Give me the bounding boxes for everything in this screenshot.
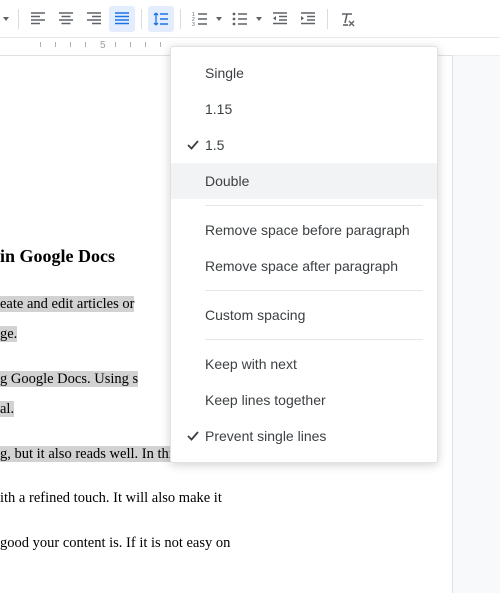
menu-item-custom-spacing[interactable]: Custom spacing [171, 297, 437, 333]
bulleted-list-icon [232, 11, 248, 27]
align-right-button[interactable] [81, 6, 107, 32]
menu-item-double[interactable]: Double [171, 163, 437, 199]
menu-item-1-15[interactable]: 1.15 [171, 91, 437, 127]
menu-item-keep-lines-together[interactable]: Keep lines together [171, 382, 437, 418]
increase-indent-icon [300, 11, 316, 27]
menu-item-remove-space-after[interactable]: Remove space after paragraph [171, 248, 437, 284]
align-left-button[interactable] [25, 6, 51, 32]
line-spacing-icon [153, 11, 169, 27]
numbered-list-button[interactable]: 1 2 3 [187, 6, 225, 32]
line-spacing-menu: Single 1.15 1.5 Double Remove space befo… [170, 46, 438, 463]
align-center-icon [58, 11, 74, 27]
separator [18, 9, 19, 29]
menu-item-single[interactable]: Single [171, 55, 437, 91]
align-right-icon [86, 11, 102, 27]
clear-formatting-button[interactable] [334, 6, 360, 32]
menu-separator [205, 205, 423, 206]
decrease-indent-icon [272, 11, 288, 27]
align-justify-button[interactable] [109, 6, 135, 32]
separator [180, 9, 181, 29]
check-icon [181, 138, 205, 152]
doc-paragraph: good your content is. If it is not easy … [0, 528, 452, 558]
menu-separator [205, 290, 423, 291]
menu-item-1-5[interactable]: 1.5 [171, 127, 437, 163]
svg-text:3: 3 [192, 22, 195, 27]
align-justify-icon [114, 11, 130, 27]
numbered-list-icon: 1 2 3 [192, 11, 208, 27]
line-spacing-button[interactable] [148, 6, 174, 32]
increase-indent-button[interactable] [295, 6, 321, 32]
align-center-button[interactable] [53, 6, 79, 32]
ruler-tick-label: 5 [100, 40, 106, 51]
toolbar: 1 2 3 [0, 0, 500, 38]
bulleted-list-button[interactable] [227, 6, 265, 32]
menu-separator [205, 339, 423, 340]
menu-item-remove-space-before[interactable]: Remove space before paragraph [171, 212, 437, 248]
clear-formatting-icon [339, 11, 355, 27]
check-icon [181, 429, 205, 443]
decrease-indent-button[interactable] [267, 6, 293, 32]
align-left-icon [30, 11, 46, 27]
doc-paragraph: ith a refined touch. It will also make i… [0, 483, 452, 513]
menu-item-keep-with-next[interactable]: Keep with next [171, 346, 437, 382]
menu-item-prevent-single-lines[interactable]: Prevent single lines [171, 418, 437, 454]
prev-caret[interactable] [0, 15, 12, 23]
separator [141, 9, 142, 29]
separator [327, 9, 328, 29]
